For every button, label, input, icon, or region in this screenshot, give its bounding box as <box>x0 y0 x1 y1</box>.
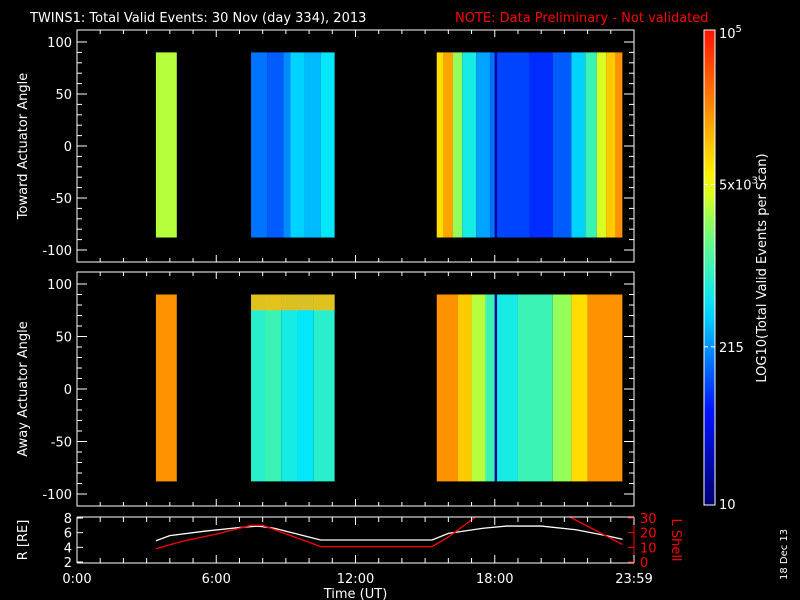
y-axis-label: Away Actuator Angle <box>16 321 31 456</box>
colorbar-tick-base: 5x10 <box>719 178 752 193</box>
heatmap-column <box>281 294 298 482</box>
heatmap-column <box>297 294 314 482</box>
x-tick-label: 0:00 <box>62 572 91 587</box>
lshell-line <box>155 517 477 550</box>
heatmap-band <box>251 294 335 311</box>
y-tick-label: 50 <box>55 88 72 103</box>
left-tick-label: 8 <box>64 512 72 527</box>
y-tick-label: -100 <box>42 488 72 503</box>
left-tick-label: 2 <box>64 556 72 571</box>
colorbar-label: LOG10(Total Valid Events per Scan) <box>755 153 770 382</box>
heatmap-column <box>497 294 518 482</box>
left-tick-label: 4 <box>64 541 72 556</box>
heatmap-column <box>615 52 623 238</box>
twins-figure: TWINS1: Total Valid Events: 30 Nov (day … <box>16 11 790 600</box>
heatmap-column <box>552 52 572 238</box>
heatmap-column <box>264 294 282 482</box>
x-tick-label: 18:00 <box>476 572 513 587</box>
y-axis-label: Toward Actuator Angle <box>16 73 31 220</box>
x-axis-label: Time (UT) <box>323 587 388 600</box>
heatmap-column <box>443 52 453 238</box>
colorbar-tick-label: 10 <box>719 498 736 513</box>
lshell-axis-label: L Shell <box>668 518 683 561</box>
heatmap-column <box>494 294 498 482</box>
heatmap-column <box>497 52 530 238</box>
heatmap-column <box>155 52 177 238</box>
heatmap-column <box>596 52 607 238</box>
y-tick-label: 50 <box>55 331 72 346</box>
y-tick-label: -50 <box>51 192 72 207</box>
colorbar-tick-base: 10 <box>719 27 736 42</box>
x-tick-label: 12:00 <box>337 572 374 587</box>
x-tick-label: 6:00 <box>202 572 231 587</box>
right-tick-label: 20 <box>640 527 657 542</box>
heatmap-column <box>320 52 335 238</box>
heatmap-column <box>436 52 444 238</box>
x-tick-label: 23:59 <box>615 572 652 587</box>
heatmap-column <box>517 294 553 482</box>
heatmap-column <box>267 52 284 238</box>
heatmap-column <box>457 294 472 482</box>
heatmap-column <box>304 52 321 238</box>
heatmap-column <box>585 52 597 238</box>
y-tick-label: 0 <box>64 383 72 398</box>
heatmap-column <box>436 294 458 482</box>
heatmap-column <box>587 294 623 482</box>
heatmap-column <box>290 52 305 238</box>
heatmap-column <box>485 294 495 482</box>
y-tick-label: -50 <box>51 436 72 451</box>
spectrogram-panel-1: 100 50 0 -50 -100 Toward Actuator Angle <box>16 29 635 263</box>
heatmap-column <box>494 52 498 238</box>
heatmap-column <box>251 294 265 482</box>
preliminary-note: NOTE: Data Preliminary - Not validated <box>455 11 709 26</box>
right-tick-label: 10 <box>640 541 657 556</box>
heatmap-column <box>471 294 486 482</box>
heatmap-column <box>571 294 588 482</box>
y-tick-label: -100 <box>42 244 72 259</box>
radius-line <box>155 525 623 542</box>
heatmap-column <box>283 52 291 238</box>
left-tick-label: 6 <box>64 527 72 542</box>
y-tick-label: 100 <box>47 36 72 51</box>
heatmap-column <box>313 294 335 482</box>
colorbar-tick-exponent: 5 <box>736 24 742 35</box>
colorbar-tick-label: 105 <box>719 24 742 42</box>
colorbar-tick-label: 5x103 <box>719 175 758 193</box>
date-stamp: 18 Dec 13 <box>779 529 790 580</box>
heatmap-column <box>606 52 616 238</box>
figure-title: TWINS1: Total Valid Events: 30 Nov (day … <box>29 11 366 26</box>
heatmap-column <box>552 294 572 482</box>
heatmap-column <box>462 52 477 238</box>
colorbar-tick-base: 10 <box>719 498 736 513</box>
heatmap-column <box>251 52 268 238</box>
colorbar-tick-base: 215 <box>719 341 744 356</box>
right-tick-label: 30 <box>640 512 657 527</box>
radius-axis-label: R [RE] <box>16 520 31 561</box>
heatmap-column <box>571 52 586 238</box>
colorbar <box>703 29 716 506</box>
heatmap-column <box>155 294 177 482</box>
y-tick-label: 100 <box>47 278 72 293</box>
heatmap-column <box>490 52 495 238</box>
right-tick-label: 0 <box>640 556 648 571</box>
y-tick-label: 0 <box>64 140 72 155</box>
heatmap-column <box>476 52 491 238</box>
heatmap-column <box>529 52 553 238</box>
heatmap-column <box>452 52 463 238</box>
colorbar-tick-label: 215 <box>719 341 744 356</box>
spectrogram-panel-2: 100 50 0 -50 -100 Away Actuator Angle <box>16 271 635 507</box>
